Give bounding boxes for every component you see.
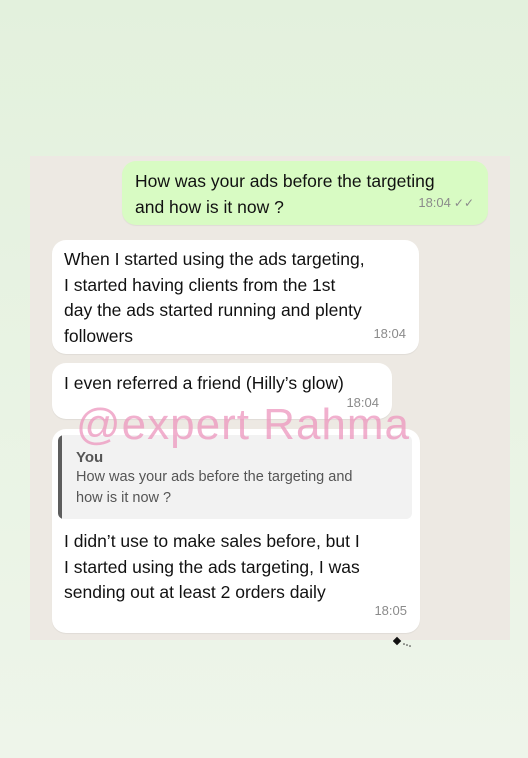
- message-text: I didn’t use to make sales before, but I…: [64, 529, 360, 606]
- time-label: 18:04: [418, 194, 451, 210]
- message-line: I started using the ads targeting, I was: [64, 556, 360, 577]
- message-text: When I started using the ads targeting, …: [64, 247, 365, 349]
- message-line: sending out at least 2 orders daily: [64, 582, 326, 602]
- message-line: followers: [64, 325, 134, 346]
- message-time: 18:05: [374, 602, 407, 618]
- incoming-message[interactable]: When I started using the ads targeting, …: [52, 240, 419, 354]
- message-time: 18:04: [373, 325, 406, 341]
- chat-panel: How was your ads before the targeting an…: [30, 156, 510, 640]
- message-line: I started having clients from the 1st: [64, 274, 336, 295]
- message-line: and how is it now ?: [135, 196, 284, 217]
- quote-line: How was your ads before the targeting an…: [76, 469, 353, 485]
- quote-bar: [58, 435, 62, 519]
- incoming-reply-message[interactable]: You How was your ads before the targetin…: [52, 429, 420, 633]
- message-text: I even referred a friend (Hilly’s glow): [64, 371, 344, 397]
- quote-text: How was your ads before the targeting an…: [76, 467, 402, 509]
- message-line: day the ads started running and plenty: [64, 300, 362, 320]
- message-line: When I started using the ads targeting,: [64, 249, 365, 269]
- message-line: I didn’t use to make sales before, but I: [64, 531, 360, 551]
- message-text: How was your ads before the targeting an…: [135, 169, 435, 220]
- double-check-icon: ✓✓: [453, 195, 474, 210]
- message-time: 18:04 ✓✓: [418, 190, 474, 217]
- quote-line: how is it now ?: [76, 490, 172, 506]
- message-line: How was your ads before the targeting: [135, 171, 435, 191]
- mouse-cursor-icon: [392, 636, 415, 653]
- outgoing-message[interactable]: How was your ads before the targeting an…: [122, 161, 488, 225]
- message-line: I even referred a friend (Hilly’s glow): [64, 373, 344, 393]
- watermark-text: @expert Rahma: [76, 400, 411, 449]
